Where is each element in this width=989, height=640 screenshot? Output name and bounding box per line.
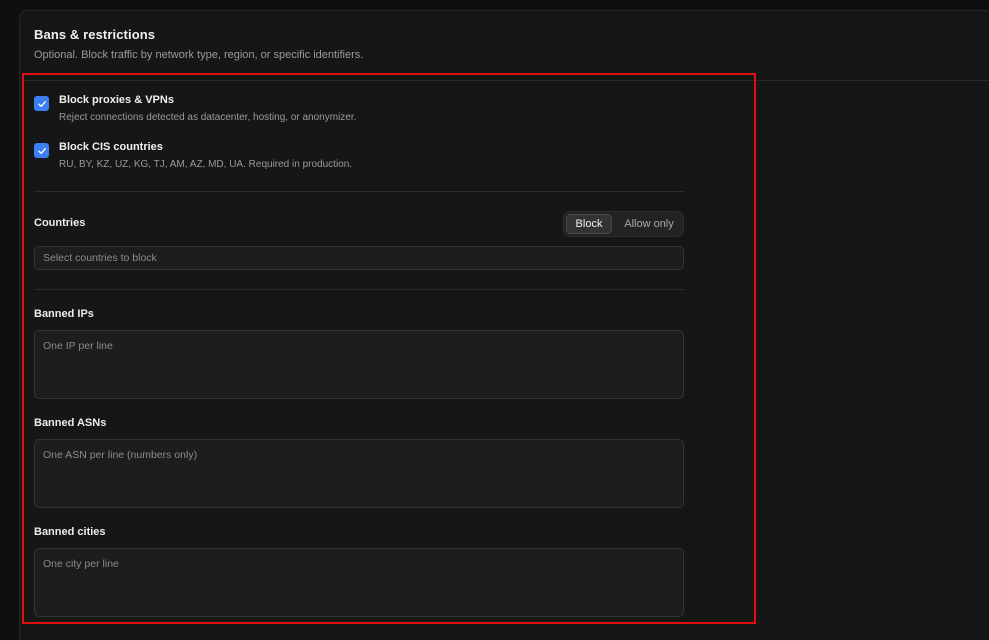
block-cis-description: RU, BY, KZ, UZ, KG, TJ, AM, AZ, MD, UA. … [59, 159, 353, 170]
page-subtitle: Optional. Block traffic by network type,… [34, 49, 364, 61]
banned-asns-label: Banned ASNs [34, 417, 107, 429]
banned-asns-input[interactable] [34, 439, 684, 508]
countries-select[interactable]: Select countries to block [34, 246, 684, 270]
banned-ips-label: Banned IPs [34, 308, 94, 320]
block-proxies-label: Block proxies & VPNs [59, 94, 174, 106]
checkmark-icon [37, 100, 46, 107]
banned-cities-label: Banned cities [34, 526, 106, 538]
page-title: Bans & restrictions [34, 27, 156, 42]
banned-cities-input[interactable] [34, 548, 684, 617]
countries-mode-toggle: Block Allow only [563, 211, 684, 237]
divider [34, 191, 684, 192]
checkmark-icon [37, 147, 46, 154]
block-cis-checkbox[interactable] [34, 143, 49, 158]
mode-allow-only-button[interactable]: Allow only [616, 214, 682, 234]
mode-block-button[interactable]: Block [566, 214, 612, 234]
block-cis-label: Block CIS countries [59, 141, 163, 153]
countries-label: Countries [34, 217, 86, 229]
panel-header: Bans & restrictions Optional. Block traf… [20, 11, 989, 81]
block-proxies-description: Reject connections detected as datacente… [59, 112, 357, 123]
banned-ips-input[interactable] [34, 330, 684, 399]
divider [34, 289, 684, 290]
block-proxies-checkbox[interactable] [34, 96, 49, 111]
